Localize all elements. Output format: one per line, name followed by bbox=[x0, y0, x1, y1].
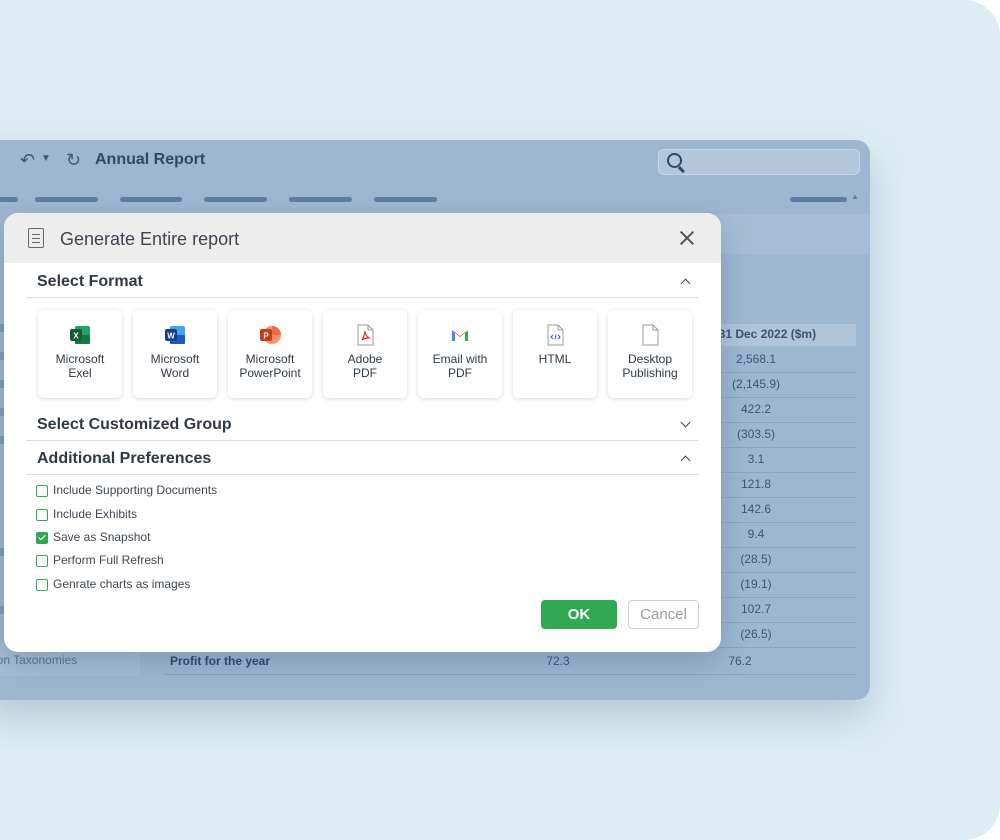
option-label: Perform Full Refresh bbox=[53, 553, 164, 567]
format-label: Email with PDF bbox=[432, 352, 488, 380]
format-desktop-publishing[interactable]: Desktop Publishing bbox=[608, 310, 692, 398]
format-label: HTML bbox=[538, 352, 572, 366]
chevron-up-icon[interactable] bbox=[680, 278, 691, 289]
svg-text:W: W bbox=[167, 332, 175, 341]
svg-text:X: X bbox=[73, 332, 79, 341]
format-label: Desktop Publishing bbox=[622, 352, 678, 380]
close-icon[interactable] bbox=[676, 227, 698, 249]
profit-value: 72.3 bbox=[546, 654, 570, 668]
section-additional-preferences[interactable]: Additional Preferences bbox=[26, 442, 699, 475]
cancel-button[interactable]: Cancel bbox=[628, 600, 699, 629]
format-label: Adobe PDF bbox=[347, 352, 383, 380]
format-word[interactable]: W Microsoft Word bbox=[133, 310, 217, 398]
dialog-header: Generate Entire report bbox=[4, 213, 721, 263]
option-label: Include Supporting Documents bbox=[53, 483, 218, 497]
format-html[interactable]: HTML bbox=[513, 310, 597, 398]
document-icon bbox=[642, 324, 659, 346]
undo-icon[interactable]: ↶ bbox=[20, 150, 35, 171]
gmail-icon bbox=[452, 330, 468, 341]
undo-dropdown-icon[interactable]: ▼ bbox=[41, 153, 51, 164]
option-label: Save as Snapshot bbox=[53, 530, 151, 544]
search-input[interactable] bbox=[658, 149, 860, 175]
format-label: Microsoft Word bbox=[150, 352, 200, 380]
section-select-format[interactable]: Select Format bbox=[26, 265, 699, 298]
profit-value: 76.2 bbox=[728, 654, 752, 668]
word-icon: W bbox=[165, 326, 185, 344]
nav-item[interactable] bbox=[0, 197, 18, 202]
checkbox[interactable] bbox=[36, 579, 48, 591]
checkbox[interactable] bbox=[36, 555, 48, 567]
section-title: Additional Preferences bbox=[37, 450, 212, 467]
document-icon bbox=[28, 228, 44, 248]
html-icon bbox=[547, 324, 564, 346]
refresh-icon[interactable]: ↻ bbox=[66, 150, 81, 171]
format-label: Microsoft Exel bbox=[55, 352, 105, 380]
generate-report-dialog: Generate Entire report Select Format X M… bbox=[4, 213, 721, 652]
nav-bar: ▲ bbox=[0, 192, 870, 206]
option-label: Genrate charts as images bbox=[53, 577, 191, 591]
pdf-icon bbox=[357, 324, 374, 346]
scroll-up-icon[interactable]: ▲ bbox=[851, 192, 859, 201]
column-header: o 31 Dec 2022 ($m) bbox=[698, 324, 856, 346]
format-powerpoint[interactable]: P Microsoft PowerPoint bbox=[228, 310, 312, 398]
page-background: ↶ ▼ ↻ Annual Report ▲ o 31 Dec 2022 ($m)… bbox=[0, 0, 1000, 840]
dialog-title: Generate Entire report bbox=[60, 229, 240, 249]
chevron-up-icon[interactable] bbox=[680, 455, 691, 466]
nav-item[interactable] bbox=[204, 197, 267, 202]
excel-icon: X bbox=[70, 326, 90, 344]
section-title: Select Format bbox=[37, 273, 143, 290]
ok-button[interactable]: OK bbox=[541, 600, 617, 629]
format-label: Microsoft PowerPoint bbox=[239, 352, 301, 380]
section-customized-group[interactable]: Select Customized Group bbox=[26, 408, 699, 441]
profit-row: Profit for the year 72.3 76.2 bbox=[164, 648, 856, 675]
nav-item[interactable] bbox=[120, 197, 182, 202]
sidebar-item-taxonomies[interactable]: ion Taxonomies bbox=[0, 653, 77, 667]
search-icon bbox=[667, 153, 682, 168]
table-header-band bbox=[710, 214, 870, 254]
powerpoint-icon: P bbox=[260, 326, 281, 344]
nav-item[interactable] bbox=[790, 197, 847, 202]
option-label: Include Exhibits bbox=[53, 507, 138, 521]
checkbox[interactable] bbox=[36, 509, 48, 521]
format-email-pdf[interactable]: Email with PDF bbox=[418, 310, 502, 398]
section-title: Select Customized Group bbox=[37, 416, 232, 433]
format-adobe-pdf[interactable]: Adobe PDF bbox=[323, 310, 407, 398]
format-excel[interactable]: X Microsoft Exel bbox=[38, 310, 122, 398]
chevron-down-icon[interactable] bbox=[680, 417, 691, 428]
title-bar: ↶ ▼ ↻ Annual Report bbox=[0, 140, 870, 184]
app-title: Annual Report bbox=[95, 151, 206, 168]
svg-text:P: P bbox=[263, 332, 269, 341]
nav-item[interactable] bbox=[289, 197, 352, 202]
nav-item[interactable] bbox=[35, 197, 98, 202]
column-header-label: o 31 Dec 2022 ($m) bbox=[708, 327, 817, 341]
checkbox[interactable] bbox=[36, 485, 48, 497]
profit-label: Profit for the year bbox=[170, 654, 271, 668]
checkbox-checked[interactable] bbox=[36, 532, 48, 544]
nav-item[interactable] bbox=[374, 197, 437, 202]
